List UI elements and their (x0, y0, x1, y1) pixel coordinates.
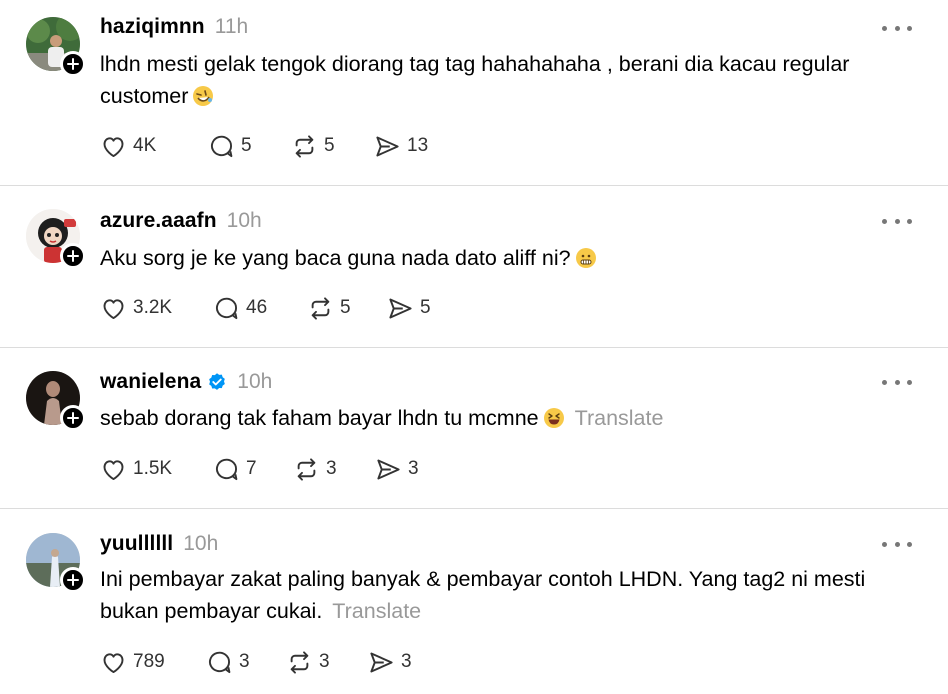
share-count: 5 (420, 297, 431, 318)
send-icon (377, 459, 400, 479)
post-text: Aku sorg je ke yang baca guna nada dato … (100, 242, 920, 274)
share-button[interactable]: 3 (375, 456, 419, 483)
heart-icon (103, 298, 124, 319)
share-button[interactable]: 5 (387, 295, 431, 322)
avatar-container[interactable] (26, 533, 86, 593)
follow-plus-icon[interactable] (60, 567, 86, 593)
post-header: wanielena 10h (100, 367, 272, 397)
comment-icon (216, 458, 238, 480)
timestamp[interactable]: 10h (183, 532, 218, 556)
thread-replies-feed: haziqimnn 11h lhdn mesti gelak tengok di… (0, 0, 948, 694)
reply-button[interactable]: 7 (213, 456, 293, 483)
like-button[interactable]: 789 (100, 649, 206, 676)
post-item: haziqimnn 11h lhdn mesti gelak tengok di… (0, 0, 948, 186)
post-text-body: Aku sorg je ke yang baca guna nada dato … (100, 246, 571, 270)
send-icon (389, 298, 412, 318)
like-count: 3.2K (133, 297, 173, 318)
repost-icon (295, 134, 314, 158)
more-options-icon[interactable] (882, 211, 912, 231)
send-icon (376, 136, 399, 156)
username[interactable]: azure.aaafn (100, 209, 217, 233)
repost-count: 3 (326, 458, 337, 479)
repost-count: 5 (324, 135, 335, 156)
timestamp[interactable]: 10h (227, 209, 262, 233)
repost-icon (290, 650, 309, 674)
translate-link[interactable]: Translate (332, 599, 421, 623)
post-header: haziqimnn 11h (100, 12, 248, 42)
reply-count: 46 (246, 297, 268, 318)
post-text-body: sebab dorang tak faham bayar lhdn tu mcm… (100, 406, 539, 430)
follow-plus-icon[interactable] (60, 243, 86, 269)
post-text: sebab dorang tak faham bayar lhdn tu mcm… (100, 402, 920, 434)
reply-count: 3 (239, 651, 250, 672)
avatar-container[interactable] (26, 371, 86, 431)
repost-button[interactable]: 3 (286, 649, 368, 676)
post-header: yuullllll 10h (100, 529, 218, 559)
post-item: azure.aaafn 10h Aku sorg je ke yang baca… (0, 186, 948, 348)
repost-button[interactable]: 3 (293, 456, 375, 483)
heart-icon (103, 136, 124, 157)
post-header: azure.aaafn 10h (100, 206, 262, 236)
reply-count: 5 (241, 135, 252, 156)
like-button[interactable]: 3.2K (100, 295, 213, 322)
username[interactable]: wanielena (100, 370, 201, 394)
username[interactable]: haziqimnn (100, 15, 205, 39)
timestamp[interactable]: 11h (215, 15, 248, 39)
post-item: wanielena 10h sebab dorang tak faham bay… (0, 348, 948, 509)
laughing-emoji-icon (543, 407, 565, 429)
post-text: Ini pembayar zakat paling banyak & pemba… (100, 563, 920, 627)
repost-icon (297, 457, 316, 481)
rofl-emoji-icon (192, 85, 214, 107)
post-text: lhdn mesti gelak tengok diorang tag tag … (100, 48, 920, 112)
share-count: 3 (401, 651, 412, 672)
like-count: 4K (133, 135, 157, 156)
post-text-body: Ini pembayar zakat paling banyak & pemba… (100, 567, 866, 623)
timestamp[interactable]: 10h (237, 370, 272, 394)
grimace-emoji-icon (575, 247, 597, 269)
repost-count: 3 (319, 651, 330, 672)
more-options-icon[interactable] (882, 18, 912, 38)
repost-count: 5 (340, 297, 351, 318)
action-bar: 4K 5 5 13 (100, 131, 428, 161)
reply-count: 7 (246, 458, 257, 479)
post-item: yuullllll 10h Ini pembayar zakat paling … (0, 509, 948, 694)
more-options-icon[interactable] (882, 372, 912, 392)
comment-icon (216, 297, 238, 319)
heart-icon (103, 459, 124, 480)
reply-button[interactable]: 46 (213, 295, 307, 322)
reply-button[interactable]: 3 (206, 649, 286, 676)
avatar-container[interactable] (26, 209, 86, 269)
comment-icon (209, 651, 231, 673)
like-button[interactable]: 4K (100, 133, 208, 160)
share-count: 13 (407, 135, 429, 156)
action-bar: 1.5K 7 3 3 (100, 454, 419, 484)
like-count: 789 (133, 651, 165, 672)
reply-button[interactable]: 5 (208, 133, 291, 160)
username[interactable]: yuullllll (100, 532, 173, 556)
comment-icon (211, 135, 233, 157)
follow-plus-icon[interactable] (60, 51, 86, 77)
share-button[interactable]: 3 (368, 649, 412, 676)
repost-icon (311, 296, 330, 320)
repost-button[interactable]: 5 (291, 133, 374, 160)
share-button[interactable]: 13 (374, 133, 428, 160)
repost-button[interactable]: 5 (307, 295, 387, 322)
action-bar: 789 3 3 3 (100, 647, 412, 677)
follow-plus-icon[interactable] (60, 405, 86, 431)
like-button[interactable]: 1.5K (100, 456, 213, 483)
avatar-container[interactable] (26, 17, 86, 77)
more-options-icon[interactable] (882, 534, 912, 554)
verified-badge-icon (209, 373, 226, 390)
translate-link[interactable]: Translate (575, 406, 664, 430)
heart-icon (103, 652, 124, 673)
action-bar: 3.2K 46 5 5 (100, 293, 431, 323)
share-count: 3 (408, 458, 419, 479)
like-count: 1.5K (133, 458, 173, 479)
send-icon (370, 652, 393, 672)
